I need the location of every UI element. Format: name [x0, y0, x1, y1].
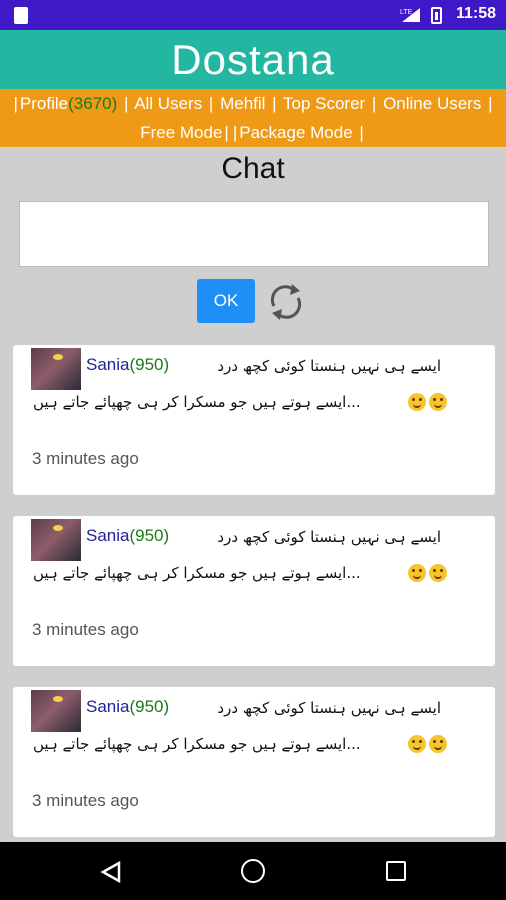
battery-icon	[431, 7, 442, 24]
message-user-score: (950)	[129, 355, 170, 374]
avatar[interactable]	[31, 519, 81, 561]
back-icon[interactable]	[100, 861, 122, 883]
message-time: 3 minutes ago	[32, 620, 139, 639]
nav-all-users[interactable]: All Users	[134, 94, 202, 113]
message-user[interactable]: Sania(950)	[86, 526, 169, 546]
message-text-line1: ایسے ہی نہیں ہنستا کوئی کچھ درد	[217, 699, 441, 717]
nav-package-mode[interactable]: Package Mode	[239, 123, 352, 142]
chat-title: Chat	[221, 152, 285, 185]
system-nav-bar	[0, 842, 506, 900]
ok-button[interactable]: OK	[197, 279, 255, 323]
message-user[interactable]: Sania(950)	[86, 697, 169, 717]
smile-emoji-icon	[429, 393, 447, 411]
sd-card-icon	[14, 7, 28, 24]
message-text-line1: ایسے ہی نہیں ہنستا کوئی کچھ درد	[217, 357, 441, 375]
message-user[interactable]: Sania(950)	[86, 355, 169, 375]
svg-text:LTE: LTE	[400, 9, 413, 16]
message-text-line1: ایسے ہی نہیں ہنستا کوئی کچھ درد	[217, 528, 441, 546]
nav-profile[interactable]: Profile(3670)	[20, 94, 117, 113]
upside-down-emoji-icon	[408, 393, 426, 411]
status-bar: LTE 11:58	[0, 0, 506, 30]
message-text-line2: ...ایسے ہوتے ہیں جو مسکرا کر ہی چھپائے ج…	[33, 393, 361, 411]
message-text-line2: ...ایسے ہوتے ہیں جو مسکرا کر ہی چھپائے ج…	[33, 735, 361, 753]
home-icon[interactable]	[241, 859, 265, 883]
recent-apps-icon[interactable]	[386, 861, 406, 881]
clock: 11:58	[455, 5, 496, 22]
nav-online-users[interactable]: Online Users	[383, 94, 481, 113]
message-time: 3 minutes ago	[32, 449, 139, 468]
message-text-line2: ...ایسے ہوتے ہیں جو مسکرا کر ہی چھپائے ج…	[33, 564, 361, 582]
message-time: 3 minutes ago	[32, 791, 139, 810]
nav-profile-score: (3670)	[68, 94, 118, 113]
app-title: Dostana	[171, 35, 335, 83]
nav-free-mode[interactable]: Free Mode	[140, 123, 222, 142]
message-card[interactable]: Sania(950) ایسے ہی نہیں ہنستا کوئی کچھ د…	[13, 687, 495, 837]
chat-textarea[interactable]	[20, 202, 488, 266]
smile-emoji-icon	[429, 564, 447, 582]
message-user-score: (950)	[129, 526, 170, 545]
upside-down-emoji-icon	[408, 564, 426, 582]
message-card[interactable]: Sania(950) ایسے ہی نہیں ہنستا کوئی کچھ د…	[13, 345, 495, 495]
app-header: Dostana	[0, 30, 506, 89]
message-card[interactable]: Sania(950) ایسے ہی نہیں ہنستا کوئی کچھ د…	[13, 516, 495, 666]
signal-icon: LTE	[400, 8, 420, 22]
chat-input[interactable]	[19, 201, 489, 267]
nav-profile-label: Profile	[19, 94, 69, 113]
nav-mehfil[interactable]: Mehfil	[220, 94, 265, 113]
avatar[interactable]	[31, 690, 81, 732]
nav-top-scorer[interactable]: Top Scorer	[283, 94, 365, 113]
avatar[interactable]	[31, 348, 81, 390]
nav-bar: | Profile(3670) | All Users | Mehfil | To…	[0, 89, 506, 147]
refresh-icon[interactable]	[264, 280, 308, 324]
smile-emoji-icon	[429, 735, 447, 753]
message-user-score: (950)	[129, 697, 170, 716]
upside-down-emoji-icon	[408, 735, 426, 753]
